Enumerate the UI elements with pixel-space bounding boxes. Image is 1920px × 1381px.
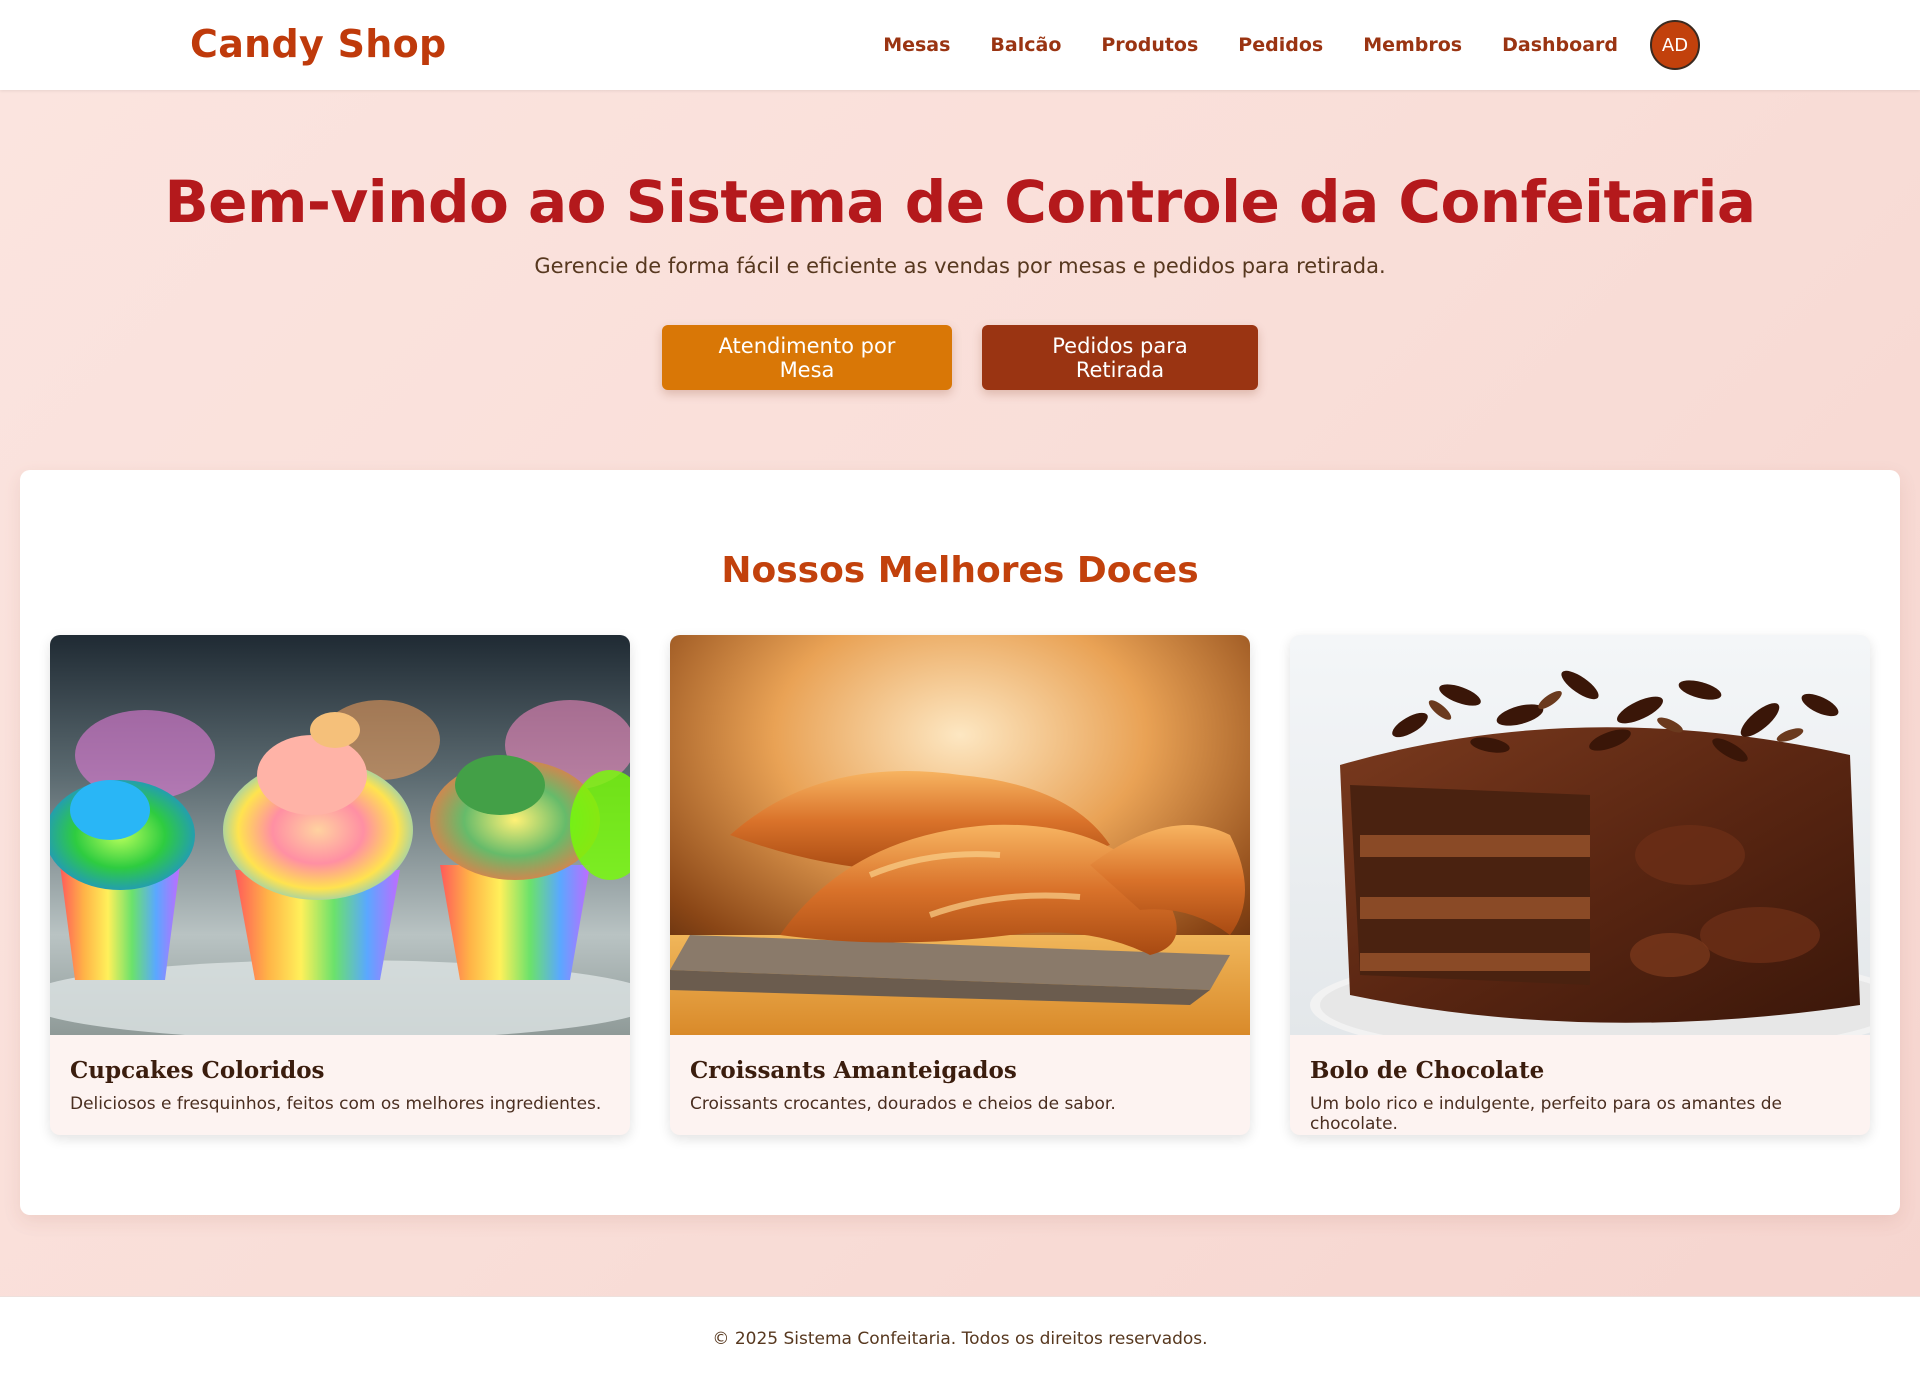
product-card-croissants: Croissants Amanteigados Croissants croca… xyxy=(670,635,1250,1135)
chocolate-cake-image xyxy=(1290,635,1870,1035)
featured-products-title: Nossos Melhores Doces xyxy=(721,550,1199,591)
card-title: Croissants Amanteigados xyxy=(690,1057,1017,1084)
nav-link-mesas[interactable]: Mesas xyxy=(883,34,950,56)
card-title: Cupcakes Coloridos xyxy=(70,1057,325,1084)
croissants-image xyxy=(670,635,1250,1035)
card-body: Croissants Amanteigados Croissants croca… xyxy=(670,1035,1250,1114)
footer-copyright: © 2025 Sistema Confeitaria. Todos os dir… xyxy=(712,1329,1208,1349)
nav-link-dashboard[interactable]: Dashboard xyxy=(1502,34,1618,56)
featured-products-panel: Nossos Melhores Doces Cupcakes Coloridos… xyxy=(20,470,1900,1215)
user-avatar[interactable]: AD xyxy=(1650,20,1700,70)
product-card-chocolate-cake: Bolo de Chocolate Um bolo rico e indulge… xyxy=(1290,635,1870,1135)
hero-subtitle: Gerencie de forma fácil e eficiente as v… xyxy=(534,254,1386,278)
hero-actions: Atendimento por Mesa Pedidos para Retira… xyxy=(0,325,1920,390)
nav-link-produtos[interactable]: Produtos xyxy=(1101,34,1198,56)
nav-link-pedidos[interactable]: Pedidos xyxy=(1238,34,1323,56)
main-nav: Mesas Balcão Produtos Pedidos Membros Da… xyxy=(883,20,1700,70)
nav-link-balcao[interactable]: Balcão xyxy=(990,34,1061,56)
brand-logo-text[interactable]: Candy Shop xyxy=(190,22,447,66)
card-body: Cupcakes Coloridos Deliciosos e fresquin… xyxy=(50,1035,630,1114)
hero-title: Bem-vindo ao Sistema de Controle da Conf… xyxy=(164,168,1756,236)
top-navigation-bar: Candy Shop Mesas Balcão Produtos Pedidos… xyxy=(0,0,1920,90)
card-description: Deliciosos e fresquinhos, feitos com os … xyxy=(70,1094,602,1114)
card-title: Bolo de Chocolate xyxy=(1310,1057,1545,1084)
cupcakes-image xyxy=(50,635,630,1035)
pedidos-para-retirada-button[interactable]: Pedidos para Retirada xyxy=(982,325,1258,390)
card-description: Croissants crocantes, dourados e cheios … xyxy=(690,1094,1116,1114)
card-description: Um bolo rico e indulgente, perfeito para… xyxy=(1310,1094,1782,1134)
card-body: Bolo de Chocolate Um bolo rico e indulge… xyxy=(1290,1035,1870,1134)
product-card-cupcakes: Cupcakes Coloridos Deliciosos e fresquin… xyxy=(50,635,630,1135)
nav-link-membros[interactable]: Membros xyxy=(1363,34,1462,56)
atendimento-por-mesa-button[interactable]: Atendimento por Mesa xyxy=(662,325,952,390)
page-footer: © 2025 Sistema Confeitaria. Todos os dir… xyxy=(0,1296,1920,1381)
